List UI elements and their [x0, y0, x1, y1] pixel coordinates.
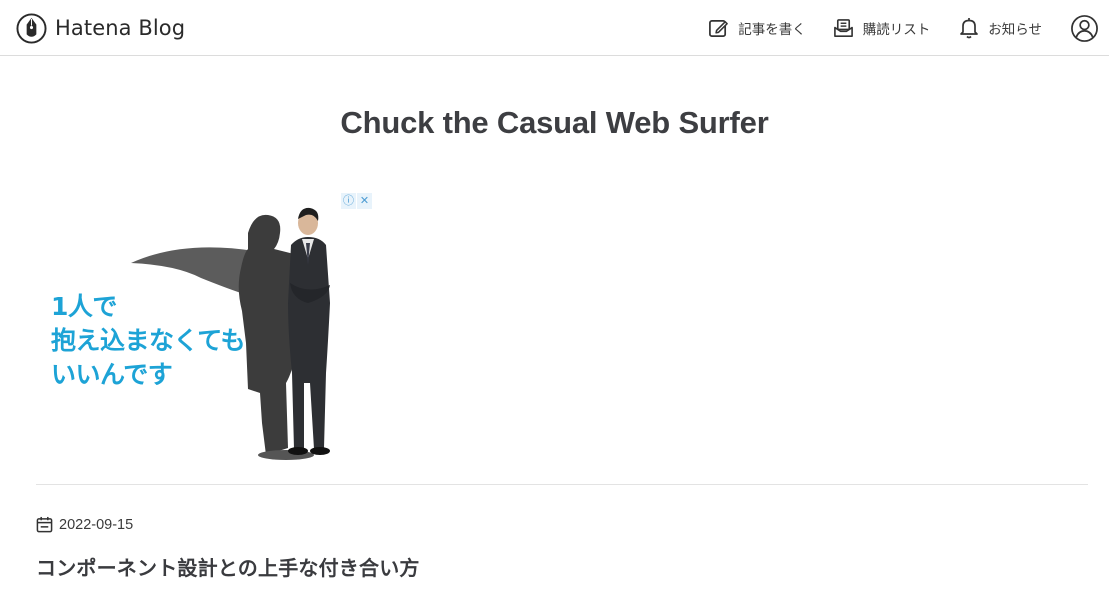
calendar-icon	[36, 516, 53, 533]
reading-list-icon	[833, 18, 853, 37]
header-nav: 記事を書く 購読リスト お知らせ	[708, 0, 1109, 56]
edit-icon	[709, 19, 729, 37]
entry-title-link[interactable]: コンポーネント設計との上手な付き合い方	[36, 552, 420, 581]
ad-info-icon[interactable]: ⓘ	[341, 193, 356, 209]
brand-name: Hatena Blog	[55, 16, 186, 40]
ad-choices-badge[interactable]: ⓘ ✕	[341, 193, 372, 209]
ad-copy-line: 1人で	[51, 292, 117, 321]
write-entry-button[interactable]: 記事を書く	[708, 18, 806, 39]
notifications-label: お知らせ	[988, 22, 1042, 38]
entry-date-text: 2022-09-15	[59, 516, 134, 533]
blog-title[interactable]: Chuck the Casual Web Surfer	[0, 105, 1109, 141]
ad-copy-line: いいんです	[51, 360, 173, 389]
write-entry-label: 記事を書く	[738, 22, 806, 38]
reading-list-label: 購読リスト	[862, 22, 931, 38]
reading-list-button[interactable]: 購読リスト	[833, 18, 931, 39]
user-icon	[1071, 14, 1098, 42]
bell-icon	[960, 18, 979, 39]
ad-copy-text: 1人で 抱え込まなくても いいんです	[51, 290, 246, 392]
advertisement-banner[interactable]: ⓘ ✕ 1人で 抱え込まなくても いいんです	[36, 193, 372, 473]
brand-logo-link[interactable]: Hatena Blog	[16, 12, 185, 44]
hatena-pen-icon	[16, 12, 47, 44]
notifications-button[interactable]: お知らせ	[959, 17, 1042, 39]
ad-close-icon[interactable]: ✕	[357, 193, 372, 209]
section-divider	[36, 484, 1088, 485]
account-menu-button[interactable]	[1070, 14, 1099, 43]
entry-date[interactable]: 2022-09-15	[36, 516, 133, 533]
global-header: Hatena Blog 記事を書く 購読リスト お知らせ	[0, 0, 1109, 56]
ad-copy-line: 抱え込まなくても	[51, 326, 246, 355]
